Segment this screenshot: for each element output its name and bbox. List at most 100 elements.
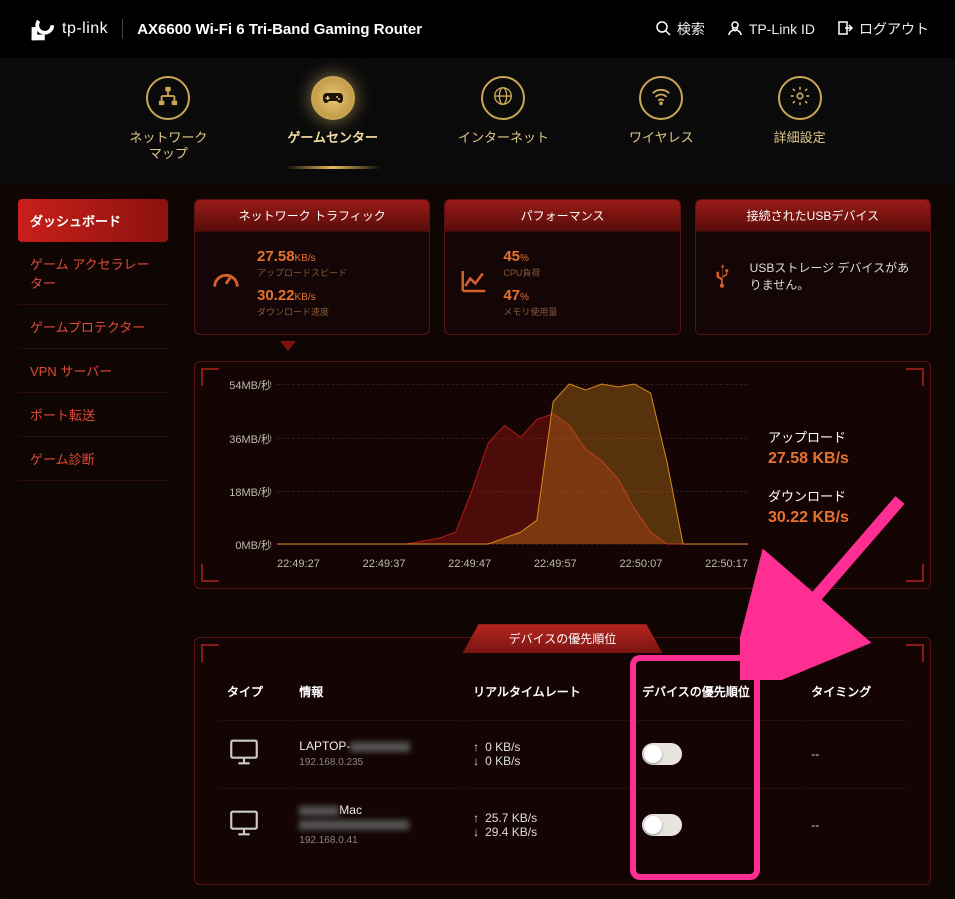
nav-label: ゲームセンター <box>287 130 378 146</box>
main-content: ネットワーク トラフィック 27.58KB/s アップロードスピード 30.22… <box>188 185 937 899</box>
card-title: 接続されたUSBデバイス <box>696 200 930 232</box>
card-performance[interactable]: パフォーマンス 45% CPU負荷 47% メモリ使用量 <box>444 199 680 335</box>
device-priority-toggle[interactable] <box>642 743 682 765</box>
chart-xtick: 22:49:47 <box>448 558 491 570</box>
nav-label: 詳細設定 <box>774 130 826 146</box>
arrow-up-icon: ↑ <box>473 740 479 754</box>
chart-line-icon <box>459 266 489 301</box>
desktop-icon <box>227 829 261 843</box>
device-name: Mac <box>299 803 455 817</box>
nav-wireless[interactable]: ワイヤレス <box>629 76 694 161</box>
gamepad-icon <box>321 84 345 113</box>
nav-label: ネットワーク マップ <box>129 130 207 161</box>
download-rate: ↓ 0 KB/s <box>473 754 624 768</box>
gear-icon <box>789 85 811 112</box>
nav-advanced[interactable]: 詳細設定 <box>774 76 826 161</box>
header-actions: 検索 TP-Link ID ログアウト <box>655 19 929 39</box>
mem-value: 47 <box>503 287 520 304</box>
usb-message: USBストレージ デバイスがありません。 <box>750 259 916 293</box>
device-name: LAPTOP- <box>299 739 455 753</box>
cpu-value: 45 <box>503 248 520 265</box>
nav-label: ワイヤレス <box>629 130 694 146</box>
chart-xtick: 22:49:57 <box>534 558 577 570</box>
nav-network-map[interactable]: ネットワーク マップ <box>129 76 207 161</box>
section-title: デバイスの優先順位 <box>463 624 663 653</box>
main-nav: ネットワーク マップ ゲームセンター インターネット ワイヤレス 詳細設定 <box>0 58 955 185</box>
table-row: LAPTOP- 192.168.0.235 ↑ 0 KB/s↓ 0 KB/s -- <box>219 720 906 786</box>
chart-xtick: 22:50:17 <box>705 558 748 570</box>
cpu-label: CPU負荷 <box>503 266 557 279</box>
table-row: Mac192.168.0.41↑ 25.7 KB/s↓ 29.4 KB/s-- <box>219 788 906 860</box>
nav-internet[interactable]: インターネット <box>458 76 549 161</box>
arrow-down-icon: ↓ <box>473 754 479 768</box>
sidebar-item-port-forwarding[interactable]: ポート転送 <box>18 393 168 437</box>
chart-xtick: 22:50:07 <box>620 558 663 570</box>
tplink-id-label: TP-Link ID <box>749 21 815 37</box>
upload-label: アップロードスピード <box>257 266 347 279</box>
col-timing: タイミング <box>803 669 906 718</box>
legend-upload-value: 27.58 KB/s <box>768 450 908 468</box>
product-name: AX6600 Wi-Fi 6 Tri-Band Gaming Router <box>137 21 422 38</box>
legend-download-value: 30.22 KB/s <box>768 509 908 527</box>
sidebar: ダッシュボード ゲーム アクセラレーター ゲームプロテクター VPN サーバー … <box>18 185 168 899</box>
logout-icon <box>837 20 853 39</box>
sidebar-item-game-protector[interactable]: ゲームプロテクター <box>18 305 168 349</box>
search-icon <box>655 20 671 39</box>
wifi-icon <box>650 85 672 112</box>
upload-rate: ↑ 0 KB/s <box>473 740 624 754</box>
brand-name: tp-link <box>62 20 108 38</box>
user-icon <box>727 20 743 39</box>
cpu-unit: % <box>520 253 529 264</box>
mem-label: メモリ使用量 <box>503 305 557 318</box>
download-label: ダウンロード速度 <box>257 305 347 318</box>
download-rate: ↓ 29.4 KB/s <box>473 825 624 839</box>
chart-ytick: 54MB/秒 <box>217 377 272 393</box>
search-button[interactable]: 検索 <box>655 19 705 39</box>
nav-game-center[interactable]: ゲームセンター <box>287 76 378 161</box>
sidebar-item-vpn-server[interactable]: VPN サーバー <box>18 349 168 393</box>
device-priority-section: デバイスの優先順位 タイプ 情報 リアルタイムレート デバイスの優先順位 タイミ… <box>194 637 931 885</box>
tp-link-logo-icon <box>26 14 56 44</box>
logout-button[interactable]: ログアウト <box>837 19 929 39</box>
download-unit: KB/s <box>295 292 316 303</box>
device-timing: -- <box>803 720 906 786</box>
speed-gauge-icon <box>209 264 243 303</box>
chart-ytick: 36MB/秒 <box>217 431 272 447</box>
traffic-chart: 54MB/秒 36MB/秒 18MB/秒 0MB/秒 22:49:27 22:49:37… <box>194 361 931 589</box>
desktop-icon <box>227 758 261 772</box>
upload-value: 27.58 <box>257 248 295 265</box>
chart-ytick: 0MB/秒 <box>217 537 272 553</box>
card-title: パフォーマンス <box>445 200 679 232</box>
arrow-down-icon: ↓ <box>473 825 479 839</box>
legend-upload-label: アップロード <box>768 427 908 446</box>
callout-arrow-icon <box>280 341 296 351</box>
download-value: 30.22 <box>257 287 295 304</box>
tplink-id-button[interactable]: TP-Link ID <box>727 20 815 39</box>
divider <box>122 19 123 39</box>
usb-icon <box>710 262 736 291</box>
device-timing: -- <box>803 788 906 860</box>
col-type: タイプ <box>219 669 289 718</box>
card-usb-devices[interactable]: 接続されたUSBデバイス USBストレージ デバイスがありません。 <box>695 199 931 335</box>
globe-icon <box>492 85 514 112</box>
device-ip: 192.168.0.41 <box>299 835 455 846</box>
sidebar-item-game-accelerator[interactable]: ゲーム アクセラレーター <box>18 242 168 305</box>
arrow-up-icon: ↑ <box>473 811 479 825</box>
nav-label: インターネット <box>458 130 549 146</box>
header: tp-link AX6600 Wi-Fi 6 Tri-Band Gaming R… <box>0 0 955 58</box>
logo[interactable]: tp-link <box>26 14 108 44</box>
device-priority-toggle[interactable] <box>642 814 682 836</box>
chart-ytick: 18MB/秒 <box>217 484 272 500</box>
sidebar-item-game-diagnostics[interactable]: ゲーム診断 <box>18 437 168 481</box>
device-ip: 192.168.0.235 <box>299 757 455 768</box>
card-network-traffic[interactable]: ネットワーク トラフィック 27.58KB/s アップロードスピード 30.22… <box>194 199 430 335</box>
logout-label: ログアウト <box>859 19 929 39</box>
sidebar-item-dashboard[interactable]: ダッシュボード <box>18 199 168 242</box>
chart-xtick: 22:49:27 <box>277 558 320 570</box>
chart-xtick: 22:49:37 <box>363 558 406 570</box>
device-priority-table: タイプ 情報 リアルタイムレート デバイスの優先順位 タイミング LAPTOP-… <box>217 667 908 862</box>
search-label: 検索 <box>677 19 705 39</box>
legend-download-label: ダウンロード <box>768 486 908 505</box>
mem-unit: % <box>520 292 529 303</box>
sitemap-icon <box>157 85 179 112</box>
